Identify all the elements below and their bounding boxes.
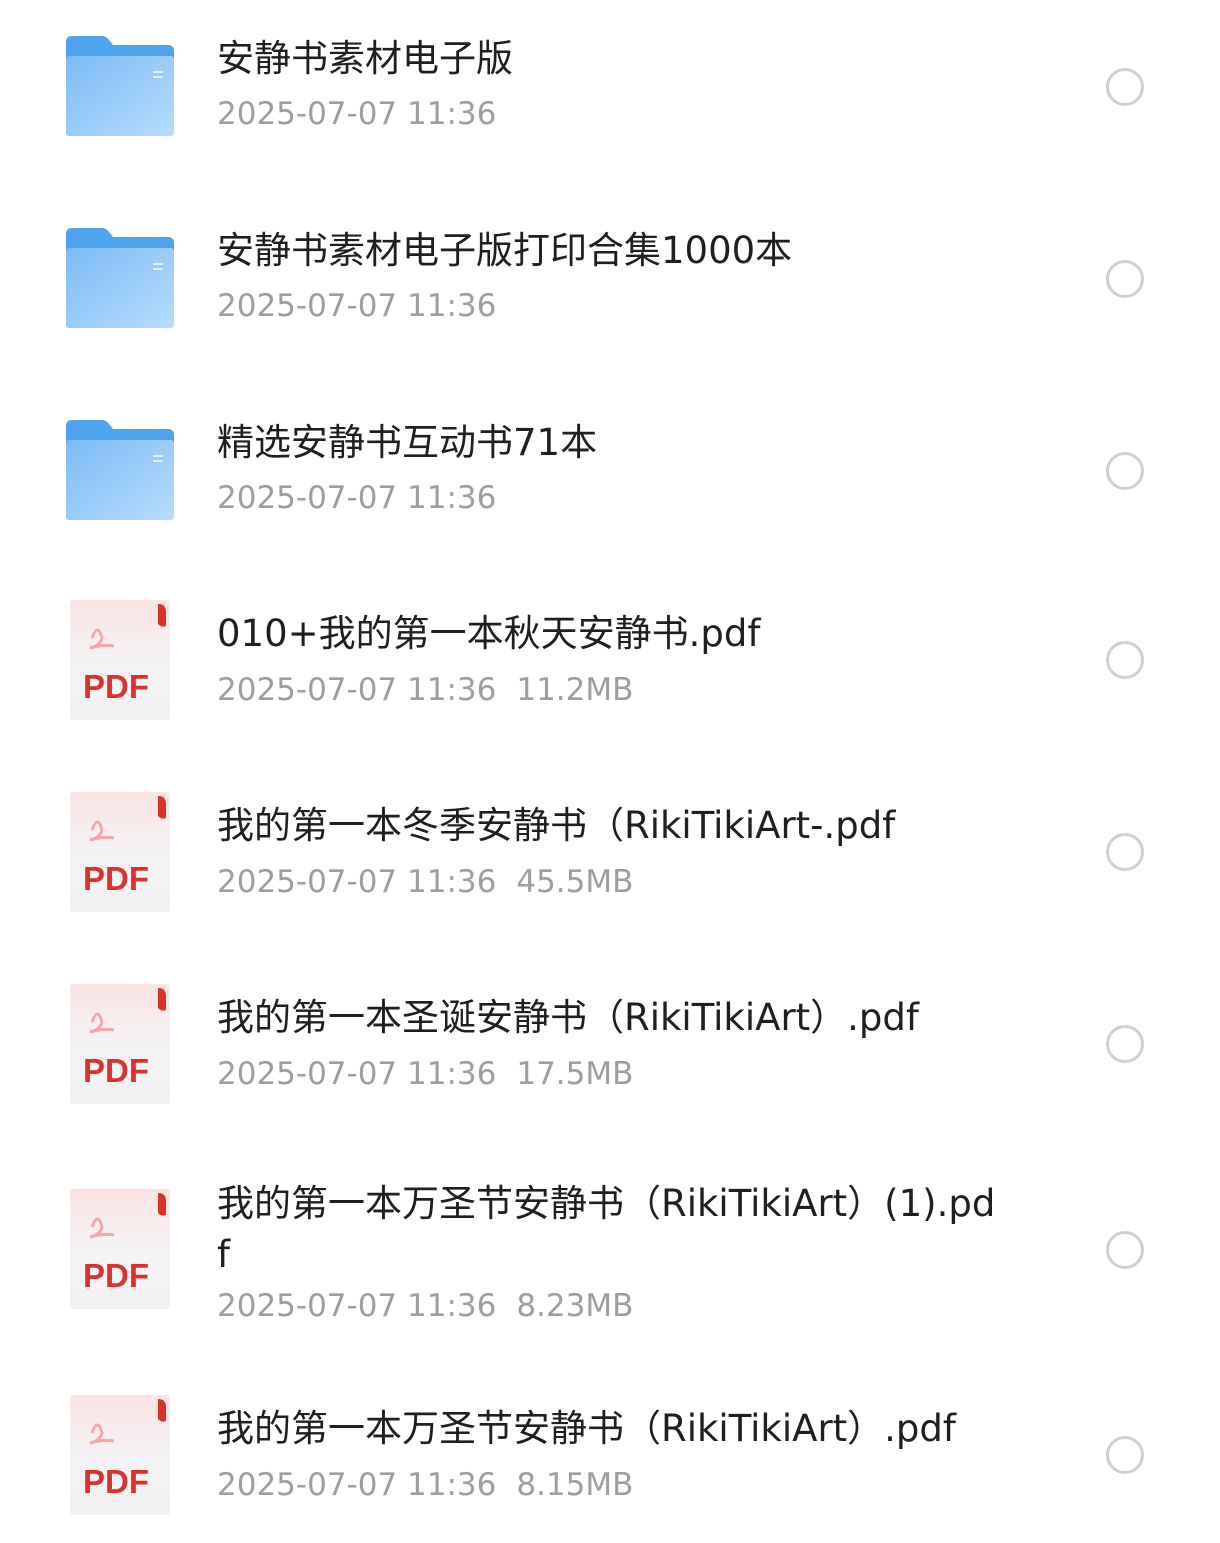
select-radio[interactable] [1106, 833, 1144, 871]
file-row[interactable]: PDF 我的第一本圣诞安静书（RikiTikiArt）.pdf 2025-07-… [0, 984, 1220, 1104]
file-row[interactable]: PDF 我的第一本万圣节安静书（RikiTikiArt）(1).pdf 2025… [0, 1182, 1220, 1324]
file-meta: 2025-07-07 11:36 17.5MB [217, 1054, 997, 1094]
file-name: 安静书素材电子版 [217, 37, 513, 80]
file-date: 2025-07-07 11:36 [217, 672, 497, 708]
file-row[interactable]: 安静书素材电子版 2025-07-07 11:36 [0, 36, 1220, 136]
file-meta: 2025-07-07 11:36 [217, 94, 997, 134]
file-size: 17.5MB [516, 1056, 634, 1092]
pdf-file-icon: PDF [70, 1189, 170, 1309]
file-name: 安静书素材电子版打印合集1000本 [217, 229, 793, 272]
file-size: 8.23MB [516, 1288, 634, 1324]
file-name: 我的第一本冬季安静书（RikiTikiArt-.pdf [217, 804, 896, 847]
file-row[interactable]: PDF 010+我的第一本秋天安静书.pdf 2025-07-07 11:36 1… [0, 600, 1220, 720]
folder-icon [66, 228, 174, 328]
file-meta: 2025-07-07 11:36 [217, 286, 997, 326]
file-row[interactable]: PDF 我的第一本万圣节安静书（RikiTikiArt）.pdf 2025-07… [0, 1395, 1220, 1515]
file-date: 2025-07-07 11:36 [217, 1288, 497, 1324]
file-date: 2025-07-07 11:36 [217, 864, 497, 900]
pdf-icon-label: PDF [83, 668, 149, 705]
pdf-icon-label: PDF [83, 860, 149, 897]
file-list: 安静书素材电子版 2025-07-07 11:36 安静书素材电子版打印合集10… [0, 0, 1220, 1543]
file-name: 我的第一本圣诞安静书（RikiTikiArt）.pdf [217, 996, 919, 1039]
pdf-file-icon: PDF [70, 600, 170, 720]
file-size: 11.2MB [516, 672, 634, 708]
select-radio[interactable] [1106, 1436, 1144, 1474]
file-name: 我的第一本万圣节安静书（RikiTikiArt）.pdf [217, 1407, 956, 1450]
select-radio[interactable] [1106, 1231, 1144, 1269]
file-name: 010+我的第一本秋天安静书.pdf [217, 612, 761, 655]
select-radio[interactable] [1106, 260, 1144, 298]
file-meta: 2025-07-07 11:36 8.15MB [217, 1465, 997, 1505]
file-date: 2025-07-07 11:36 [217, 96, 497, 132]
folder-icon [66, 420, 174, 520]
file-row[interactable]: 安静书素材电子版打印合集1000本 2025-07-07 11:36 [0, 228, 1220, 328]
select-radio[interactable] [1106, 1025, 1144, 1063]
pdf-icon-label: PDF [83, 1257, 149, 1294]
pdf-file-icon: PDF [70, 984, 170, 1104]
file-date: 2025-07-07 11:36 [217, 288, 497, 324]
pdf-icon-label: PDF [83, 1463, 149, 1500]
file-date: 2025-07-07 11:36 [217, 480, 497, 516]
file-name: 我的第一本万圣节安静书（RikiTikiArt）(1).pdf [217, 1182, 996, 1276]
file-meta: 2025-07-07 11:36 45.5MB [217, 862, 997, 902]
folder-icon [66, 36, 174, 136]
file-meta: 2025-07-07 11:36 8.23MB [217, 1286, 997, 1326]
file-date: 2025-07-07 11:36 [217, 1056, 497, 1092]
file-date: 2025-07-07 11:36 [217, 1467, 497, 1503]
file-size: 8.15MB [516, 1467, 634, 1503]
pdf-file-icon: PDF [70, 1395, 170, 1515]
file-size: 45.5MB [516, 864, 634, 900]
pdf-file-icon: PDF [70, 792, 170, 912]
file-name: 精选安静书互动书71本 [217, 421, 598, 464]
file-meta: 2025-07-07 11:36 [217, 478, 997, 518]
select-radio[interactable] [1106, 641, 1144, 679]
select-radio[interactable] [1106, 452, 1144, 490]
file-meta: 2025-07-07 11:36 11.2MB [217, 670, 997, 710]
select-radio[interactable] [1106, 68, 1144, 106]
pdf-icon-label: PDF [83, 1052, 149, 1089]
file-row[interactable]: PDF 我的第一本冬季安静书（RikiTikiArt-.pdf 2025-07-… [0, 792, 1220, 912]
file-row[interactable]: 精选安静书互动书71本 2025-07-07 11:36 [0, 420, 1220, 520]
